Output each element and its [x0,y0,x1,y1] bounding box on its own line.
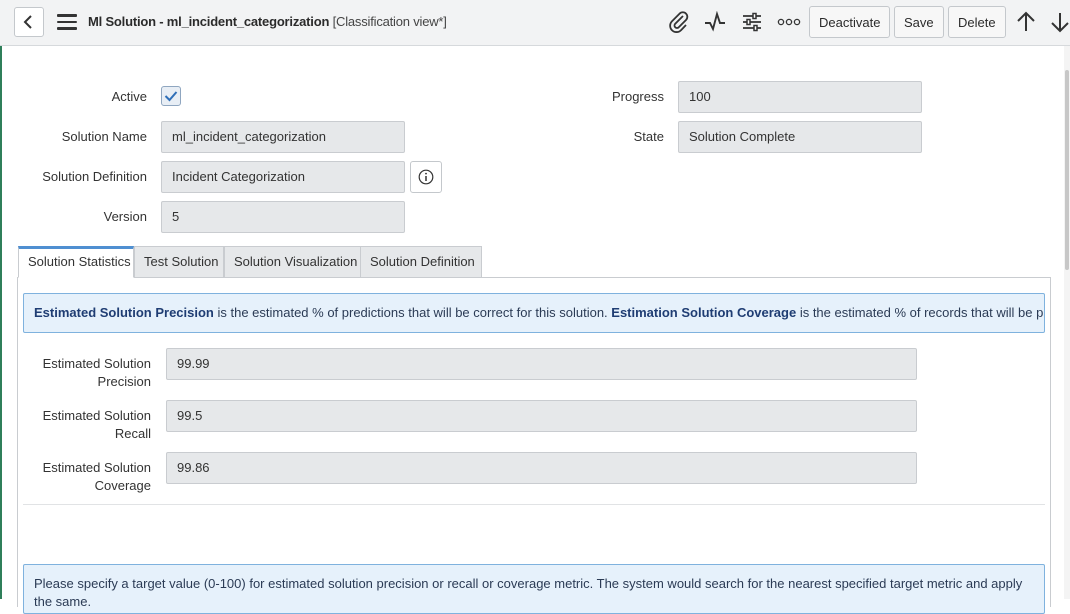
attachment-icon[interactable] [667,10,691,34]
tab-solution-statistics[interactable]: Solution Statistics [18,246,134,278]
form-left-border [0,46,2,599]
arrow-down-icon[interactable] [1048,10,1070,34]
coverage-field[interactable]: 99.86 [166,452,917,484]
info-button[interactable] [410,161,442,193]
settings-sliders-icon[interactable] [740,10,764,34]
active-checkbox[interactable] [161,86,181,106]
deactivate-button[interactable]: Deactivate [809,6,891,38]
view-name: [Classification view*] [332,14,447,29]
version-field[interactable]: 5 [161,201,405,233]
precision-description: is the estimated % of predictions that w… [213,305,612,320]
delete-button[interactable]: Delete [948,6,1006,38]
recall-label: Estimated Solution Recall [42,408,151,441]
hamburger-icon[interactable] [57,14,77,30]
precision-field[interactable]: 99.99 [166,348,917,380]
page-title: Ml Solution - ml_incident_categorization… [88,14,447,29]
back-icon [23,15,32,29]
tab-solution-visualization[interactable]: Solution Visualization [224,246,361,278]
version-label: Version [103,209,147,224]
form-header: Ml Solution - ml_incident_categorization… [0,0,1070,46]
coverage-term: Estimation Solution Coverage [611,305,797,320]
state-label: State [633,129,664,144]
tab-test-solution[interactable]: Test Solution [134,246,224,278]
arrow-up-icon[interactable] [1014,10,1038,34]
recall-field[interactable]: 99.5 [166,400,917,432]
vertical-scrollbar[interactable] [1064,46,1070,599]
precision-label: Estimated Solution Precision [42,356,151,389]
solution-name-field[interactable]: ml_incident_categorization [161,121,405,153]
progress-label: Progress [611,89,664,104]
progress-field[interactable]: 100 [678,81,922,113]
state-field[interactable]: Solution Complete [678,121,922,153]
more-icon[interactable] [777,10,801,34]
target-info-message: Please specify a target value (0-100) fo… [23,564,1045,614]
info-icon [418,169,434,185]
precision-term: Estimated Solution Precision [34,305,214,320]
back-button[interactable] [14,7,44,37]
record-title: Ml Solution - ml_incident_categorization [88,14,330,29]
tab-solution-definition[interactable]: Solution Definition [360,246,482,278]
metrics-info-message: Estimated Solution Precision is the esti… [23,293,1045,333]
solution-name-label: Solution Name [61,129,147,144]
checkmark-icon [164,91,178,102]
solution-definition-label: Solution Definition [42,169,147,184]
section-divider [23,504,1045,505]
save-button[interactable]: Save [894,6,944,38]
activity-icon[interactable] [703,10,727,34]
active-label: Active [111,89,147,104]
coverage-description: is the estimated % of records that will … [799,305,1044,320]
coverage-label: Estimated Solution Coverage [42,460,151,493]
solution-definition-field[interactable]: Incident Categorization [161,161,405,193]
